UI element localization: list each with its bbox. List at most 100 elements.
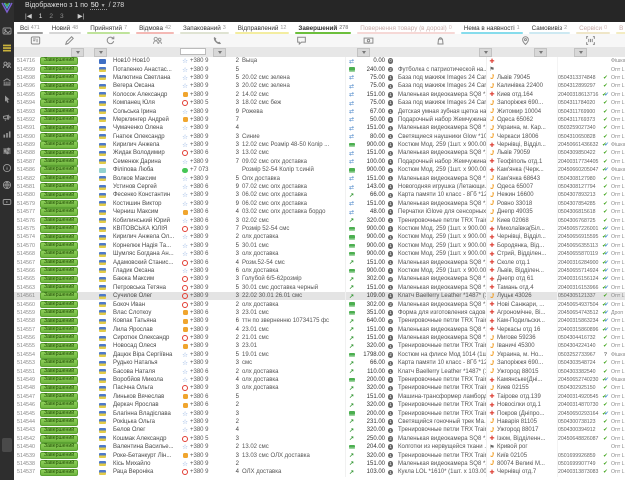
column-header-callback-icon[interactable]	[105, 35, 116, 46]
order-row[interactable]: 514549ЗавершенийВоробйов Микола☆+380 94о…	[14, 376, 625, 384]
column-header-status-edit-icon[interactable]	[64, 35, 75, 46]
order-row[interactable]: 514545ЗавершенийБлагінна Владіслава☆+380…	[14, 409, 625, 417]
column-header-phone-icon[interactable]	[212, 35, 223, 46]
order-row[interactable]: 514593ЗавершенийСольська Ірина☆+380 99Ро…	[14, 107, 625, 115]
bank-icon[interactable]	[2, 77, 12, 87]
order-row[interactable]: 514542ЗавершенийКошмак Александр+380 53↗…	[14, 435, 625, 443]
tab-Відправлений[interactable]: Відправлений12	[232, 22, 293, 34]
order-row[interactable]: 514580ЗавершенийФесенко Константин☆+380 …	[14, 191, 625, 199]
order-row[interactable]: 514547ЗавершенийЛиньков Вячеслав+380 65↗…	[14, 393, 625, 401]
order-row[interactable]: 514537ЗавершенийРаца Вероніка+380 94ОЛХ …	[14, 468, 625, 476]
order-row[interactable]: 514570ЗавершенийКорнелюк Надія Та...☆+38…	[14, 242, 625, 250]
last-page-button[interactable]: ▶|	[78, 13, 85, 20]
order-row[interactable]: 514598ЗавершенийМалютина Светлана☆+380 9…	[14, 74, 625, 82]
order-row[interactable]: 514579ЗавершенийКостишин Виктор☆+380 990…	[14, 200, 625, 208]
page-button[interactable]: 3	[60, 13, 64, 20]
order-row[interactable]: 514595ЗавершенийКолосок Александр+380 92…	[14, 91, 625, 99]
filter-dropdown[interactable]	[71, 48, 84, 57]
order-row[interactable]: 514548ЗавершенийПасічна Ольга+380 93олх …	[14, 384, 625, 392]
order-row[interactable]: 514575ЗавершенийКВІТОВСЬКА ЮЛІЯ+380 97Ро…	[14, 225, 625, 233]
tab-Відмова[interactable]: Відмова42	[133, 22, 177, 34]
column-header-product-icon[interactable]	[435, 35, 446, 46]
column-header-customers-icon[interactable]	[152, 35, 163, 46]
order-row[interactable]: 514563ЗавершенийПетровська Тетяна+380 95…	[14, 284, 625, 292]
column-header-id-list-icon[interactable]	[30, 35, 41, 46]
order-row[interactable]: 514590ЗавершенийГнатюк Олександр☆+380 93…	[14, 133, 625, 141]
stats-icon[interactable]	[2, 129, 12, 139]
order-row[interactable]: 514546ЗавершенийДеркач Ярослав+380 62↗32…	[14, 401, 625, 409]
order-row[interactable]: 514551ЗавершенийБасова Наталя☆+380 62олх…	[14, 367, 625, 375]
filter-dropdown[interactable]	[479, 48, 492, 57]
page-size-dropdown[interactable]: 50 ▼	[90, 2, 107, 10]
sidebar-scroll-thumb[interactable]	[2, 438, 12, 452]
order-row[interactable]: 514599ЗавершенийПотапенко Анастас...☆+38…	[14, 65, 625, 73]
order-row[interactable]: 514568ЗавершенийШумляс Богдана Ан...☆+38…	[14, 250, 625, 258]
order-row[interactable]: 514566ЗавершенийГладик Оксана☆+380 96олх…	[14, 267, 625, 275]
order-row[interactable]: 514560ЗавершенийБокоч Иван+380 92олх дос…	[14, 300, 625, 308]
customers-icon[interactable]	[2, 60, 12, 70]
order-row[interactable]: 514543ЗавершенийБелов Олег☆+380 94↗320.0…	[14, 426, 625, 434]
order-row[interactable]: 514591ЗавершенийЧумаченко Олена☆+380 94⇄…	[14, 124, 625, 132]
tab-Новий[interactable]: Новий48	[46, 22, 84, 34]
tab-Самовивіз[interactable]: Самовивіз2	[526, 22, 573, 34]
gallery-icon[interactable]	[2, 26, 12, 36]
order-row[interactable]: 514588ЗавершенийЖидак Володимир+380 6313…	[14, 149, 625, 157]
order-row[interactable]: 514567ЗавершенийАдамовский Станис...+380…	[14, 258, 625, 266]
order-row[interactable]: 514589ЗавершенийКирилич Анжела☆+380 9312…	[14, 141, 625, 149]
first-page-button[interactable]: |◀	[25, 13, 32, 20]
tab-label: Відправлений	[238, 25, 279, 32]
order-row[interactable]: 514574ЗавершенийКирилич Анжела Ол...☆+38…	[14, 233, 625, 241]
phone-filter-input[interactable]	[180, 48, 206, 55]
orders-list-icon[interactable]	[2, 43, 12, 53]
order-row[interactable]: 514576ЗавершенийКобилинський Юрий☆+380 6…	[14, 216, 625, 224]
tab-Повернення товару (в дорозі)[interactable]: Повернення товару (в дорозі)0	[354, 22, 458, 34]
filter-dropdown[interactable]	[357, 48, 370, 57]
page-button[interactable]: 1	[39, 13, 43, 20]
order-row[interactable]: 514594ЗавершенийКомпанец Юля+380 5318.02…	[14, 99, 625, 107]
filter-dropdown[interactable]	[213, 48, 226, 57]
order-row[interactable]: 514577ЗавершенийЧерниш Максим+380 6403.0…	[14, 208, 625, 216]
order-row[interactable]: 514586ЗавершенийФіліпова Люба+7 073Розмі…	[14, 166, 625, 174]
tab-Сервіси[interactable]: Сервіси0	[573, 22, 613, 34]
order-row[interactable]: 514539ЗавершенийРоке-Бетанкурт Лін...+38…	[14, 451, 625, 459]
order-row[interactable]: 514555ЗавершенийНовосад Олеся+380 9323.0…	[14, 342, 625, 350]
column-header-delivery-location-icon[interactable]	[520, 35, 531, 46]
filter-dropdown[interactable]	[534, 48, 547, 57]
order-row[interactable]: 514554ЗавершенийДацюк Віра Сергіївна☆+38…	[14, 351, 625, 359]
order-row[interactable]: 514559ЗавершенийВлас Слоткоу+380 6323.01…	[14, 309, 625, 317]
tab-Всі[interactable]: Всі471	[14, 22, 46, 34]
tab-В дорозі додому[interactable]: В дорозі додому	[613, 22, 625, 34]
order-row[interactable]: 514561ЗавершенийСучилов Олег+380 9322.02…	[14, 292, 625, 300]
order-row[interactable]: 514565ЗавершенийБаюка Максим+380 93Голуб…	[14, 275, 625, 283]
video-icon[interactable]	[2, 197, 12, 207]
hand-pointer-icon[interactable]	[2, 94, 12, 104]
order-row[interactable]: 514540ЗавершенийВалентина Василье...☆+38…	[14, 443, 625, 451]
tab-Нема в наявності[interactable]: Нема в наявності1	[458, 22, 526, 34]
order-row[interactable]: 514557ЗавершенийЛила Ярослав+380 9423.01…	[14, 326, 625, 334]
filter-dropdown[interactable]	[574, 48, 587, 57]
column-header-comment-icon[interactable]	[296, 35, 307, 46]
order-row[interactable]: 514587ЗавершенийСеменюк Дарина☆+380 9709…	[14, 158, 625, 166]
app-logo-icon[interactable]	[1, 1, 13, 14]
order-row[interactable]: 514596ЗавершенийВегера Оксана☆+380 9320.…	[14, 82, 625, 90]
page-button[interactable]: 2	[49, 13, 53, 20]
globe-icon[interactable]	[2, 180, 12, 190]
order-row[interactable]: 514716ЗавершенийНов10 Нов10☆+380 92Выца⇄…	[14, 57, 625, 65]
tab-Запакований[interactable]: Запакований3	[177, 22, 232, 34]
order-row[interactable]: 514558ЗавершенийКовпак Татьяна+380 96ттн…	[14, 317, 625, 325]
order-row[interactable]: 514544ЗавершенийРокіцька Ольга☆+380 92↗2…	[14, 418, 625, 426]
order-row[interactable]: 514582ЗавершенийВолков Максим☆+380 95Олх…	[14, 174, 625, 182]
order-row[interactable]: 514556ЗавершенийСиротюк Олександр+380 92…	[14, 334, 625, 342]
info-icon[interactable]	[2, 163, 12, 173]
order-row[interactable]: 514538ЗавершенийКісь Михайло☆+380 92↗151…	[14, 460, 625, 468]
megaphone-icon[interactable]	[2, 112, 12, 122]
filter-dropdown[interactable]	[94, 48, 107, 57]
tab-Прийнятий[interactable]: Прийнятий7	[84, 22, 133, 34]
order-row[interactable]: 514592ЗавершенийМерклингер Андрей+380 97…	[14, 116, 625, 124]
sliders-icon[interactable]	[2, 146, 12, 156]
order-row[interactable]: 514553ЗавершенийРудько Наталья☆+380 93см…	[14, 359, 625, 367]
order-row[interactable]: 514581ЗавершенийУстинов Сергей☆+380 6907…	[14, 183, 625, 191]
tab-Завершений[interactable]: Завершений278	[292, 22, 354, 34]
column-header-payment-icon[interactable]	[363, 35, 374, 46]
column-header-ttn-scan-icon[interactable]	[585, 35, 596, 46]
